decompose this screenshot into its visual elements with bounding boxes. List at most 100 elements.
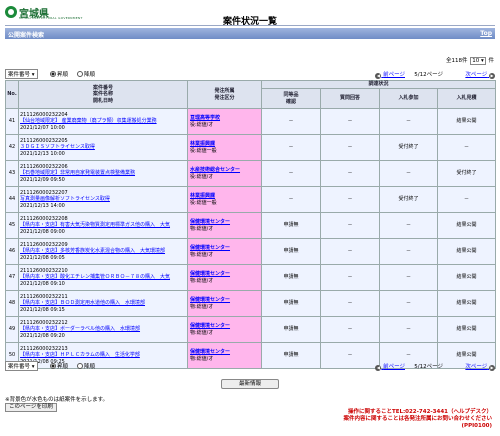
opening-datetime: 2021/12/08 09:10 [20, 280, 65, 287]
case-cell: 211126000232212 【県内本・支店】ボーダーラベル他の購入 水環境部 2… [18, 316, 188, 343]
row-no: 45 [5, 212, 19, 239]
table-row: 45 211126000232208 【県内本・支店】有害大気汚染物質測定用標準ガス… [5, 212, 497, 239]
arrow-right-icon: ▶ [489, 365, 495, 371]
col-header-no: No. [5, 80, 19, 109]
next-page-link-bottom[interactable]: 次ページ ▶ [465, 362, 495, 371]
order-kind: 物:総値/オ [190, 225, 214, 232]
bid-status: － [436, 134, 497, 161]
result-count: 全118件 10 ▾ 件 [446, 56, 494, 65]
prev-page-link[interactable]: ◀ 前ページ [375, 70, 405, 79]
prev-page-link-bottom[interactable]: ◀ 前ページ [375, 362, 405, 371]
screen-code: (PPI0100) [461, 423, 492, 429]
sort-desc-radio-bottom[interactable]: 降順 [77, 362, 95, 370]
opening-datetime: 2021/12/13 10:00 [20, 150, 65, 157]
radio-unchecked-icon [77, 363, 83, 369]
bid-status: 結果公開 [436, 108, 497, 135]
row-no: 47 [5, 264, 19, 291]
bid-status: 結果公開 [436, 264, 497, 291]
col-header-dept: 発注所属 発注区分 [187, 80, 262, 109]
dept-link[interactable]: 保健環境センター [190, 349, 230, 355]
bid-status: 結果公開 [436, 316, 497, 343]
dept-cell: 水産技術総合センター 役:総値/オ [187, 160, 262, 187]
sort-desc-radio[interactable]: 降順 [77, 70, 95, 78]
top-link[interactable]: Top [480, 30, 492, 37]
col-header-status-group: 調達状況 [260, 80, 497, 89]
opening-datetime: 2021/12/08 09:15 [20, 306, 65, 313]
dept-cell: 林業振興課 役:総値一般 [187, 134, 262, 161]
case-name-link[interactable]: 【県内本・支店】ボーダーラベル他の購入 水環境部 [20, 326, 140, 332]
qa-status: － [320, 108, 380, 135]
case-name-link[interactable]: 【県内本・支店】ＢＯＤ測定用水道他の購入 水環境部 [20, 300, 145, 306]
case-name-link[interactable]: 【県内本・支店】酸化エチレン捕集管ＯＲＢＯ－７８の購入 大気 [20, 274, 170, 280]
sort-asc-radio[interactable]: 昇順 [50, 70, 68, 78]
dept-link[interactable]: 保健環境センター [190, 219, 230, 225]
case-cell: 211126000232211 【県内本・支店】ＢＯＤ測定用水道他の購入 水環境部… [18, 290, 188, 317]
case-cell: 211126000232204 【仙台地域限定】 産業廃棄物（廃プラ類）収集運搬処… [18, 108, 188, 135]
sort-asc-radio-bottom[interactable]: 昇順 [50, 362, 68, 370]
sort-key-select-bottom[interactable]: 案件番号 ▾ [5, 361, 38, 371]
order-kind: 役:総値/オ [190, 173, 214, 180]
bid-status: 結果公開 [436, 238, 497, 265]
case-name-link[interactable]: 写真測量画像解析ソフトライセンス取得 [20, 196, 110, 202]
dept-link[interactable]: 保健環境センター [190, 245, 230, 251]
receipt-status: 申請無 [261, 316, 321, 343]
opening-datetime: 2021/12/08 09:05 [20, 254, 65, 261]
dept-link[interactable]: 亘理高等学校 [190, 115, 220, 121]
opening-datetime: 2021/12/07 10:00 [20, 124, 65, 131]
print-page-button[interactable]: このページを印刷 [5, 403, 57, 412]
table-row: 47 211126000232210 【県内本・支店】酸化エチレン捕集管ＯＲＢＯ－７… [5, 264, 497, 291]
dept-link[interactable]: 林業振興課 [190, 193, 215, 199]
case-cell: 211126000232208 【県内本・支店】有害大気汚染物質測定用標準ガス他の… [18, 212, 188, 239]
sort-key-select[interactable]: 案件番号 ▾ [5, 69, 38, 79]
contact-department: 案件内容に関することは各発注所属にお問い合わせください [343, 416, 492, 422]
table-row: 42 211126000232205 ３ＤＧＩＳソフトライセンス取得 2021/12/… [5, 134, 497, 161]
case-table: No. 案件番号 案件名称 開札日時 発注所属 発注区分 調達状況 同等品 確認… [5, 80, 497, 369]
bid-status: 受付終了 [436, 160, 497, 187]
per-page-select[interactable]: 10 ▾ [470, 57, 486, 65]
qa-status: － [320, 238, 380, 265]
section-label: 公開案件検索 [8, 32, 45, 39]
arrow-right-icon: ▶ [489, 73, 495, 79]
sort-pager-top: 案件番号 ▾ 昇順 降順 ◀ 前ページ 5/12ページ 次ページ ▶ [5, 69, 495, 79]
receipt-status: － [261, 108, 321, 135]
col-header-qa: 質問回答 [320, 88, 380, 109]
order-kind: 物:総値/オ [190, 251, 214, 258]
order-kind: 役:総値一般 [190, 147, 217, 154]
row-no: 41 [5, 108, 19, 135]
receipt-status: － [261, 186, 321, 213]
case-name-link[interactable]: 【仙台地域限定】 産業廃棄物（廃プラ類）収集運搬処分業務 [20, 118, 157, 124]
order-kind: 物:総値/オ [190, 277, 214, 284]
case-name-link[interactable]: 【県内本・支店】多核芳香族炭化水素混合物の購入 大気環境部 [20, 248, 165, 254]
next-page-link[interactable]: 次ページ ▶ [465, 70, 495, 79]
dept-link[interactable]: 保健環境センター [190, 271, 230, 277]
dept-link[interactable]: 水産技術総合センター [190, 167, 240, 173]
entry-status: － [379, 316, 438, 343]
row-no: 44 [5, 186, 19, 213]
latest-info-button[interactable]: 最新情報 [221, 379, 279, 389]
qa-status: － [320, 134, 380, 161]
dept-link[interactable]: 保健環境センター [190, 323, 230, 329]
case-name-link[interactable]: 【県内本・支店】有害大気汚染物質測定用標準ガス他の購入 大気 [20, 222, 170, 228]
row-no: 46 [5, 238, 19, 265]
title-divider [5, 25, 495, 26]
col-header-case: 案件番号 案件名称 開札日時 [18, 80, 188, 109]
receipt-status: 申請無 [261, 264, 321, 291]
case-name-link[interactable]: 【県内本・支店】ＨＰＬＣカラムの購入 生活化学部 [20, 352, 140, 358]
table-row: 49 211126000232212 【県内本・支店】ボーダーラベル他の購入 水環境… [5, 316, 497, 343]
row-no: 42 [5, 134, 19, 161]
dept-link[interactable]: 保健環境センター [190, 297, 230, 303]
dept-link[interactable]: 林業振興課 [190, 141, 215, 147]
col-header-entry: 入札参加 [379, 88, 438, 109]
case-name-link[interactable]: ３ＤＧＩＳソフトライセンス取得 [20, 144, 95, 150]
receipt-status: － [261, 160, 321, 187]
contact-helpdesk: 操作に関することTEL:022-742-3441（ヘルプデスク） [347, 409, 492, 415]
per-page-unit: 件 [488, 58, 494, 64]
case-name-link[interactable]: 【石巻地域限定】非常用自家発電装置点検整備業務 [20, 170, 135, 176]
case-cell: 211126000232209 【県内本・支店】多核芳香族炭化水素混合物の購入 大… [18, 238, 188, 265]
receipt-status: 申請無 [261, 290, 321, 317]
contact-info: 操作に関することTEL:022-742-3441（ヘルプデスク） 案件内容に関す… [343, 409, 492, 430]
entry-status: － [379, 160, 438, 187]
qa-status: － [320, 160, 380, 187]
bid-status: － [436, 186, 497, 213]
opening-datetime: 2021/12/09 09:50 [20, 176, 65, 183]
